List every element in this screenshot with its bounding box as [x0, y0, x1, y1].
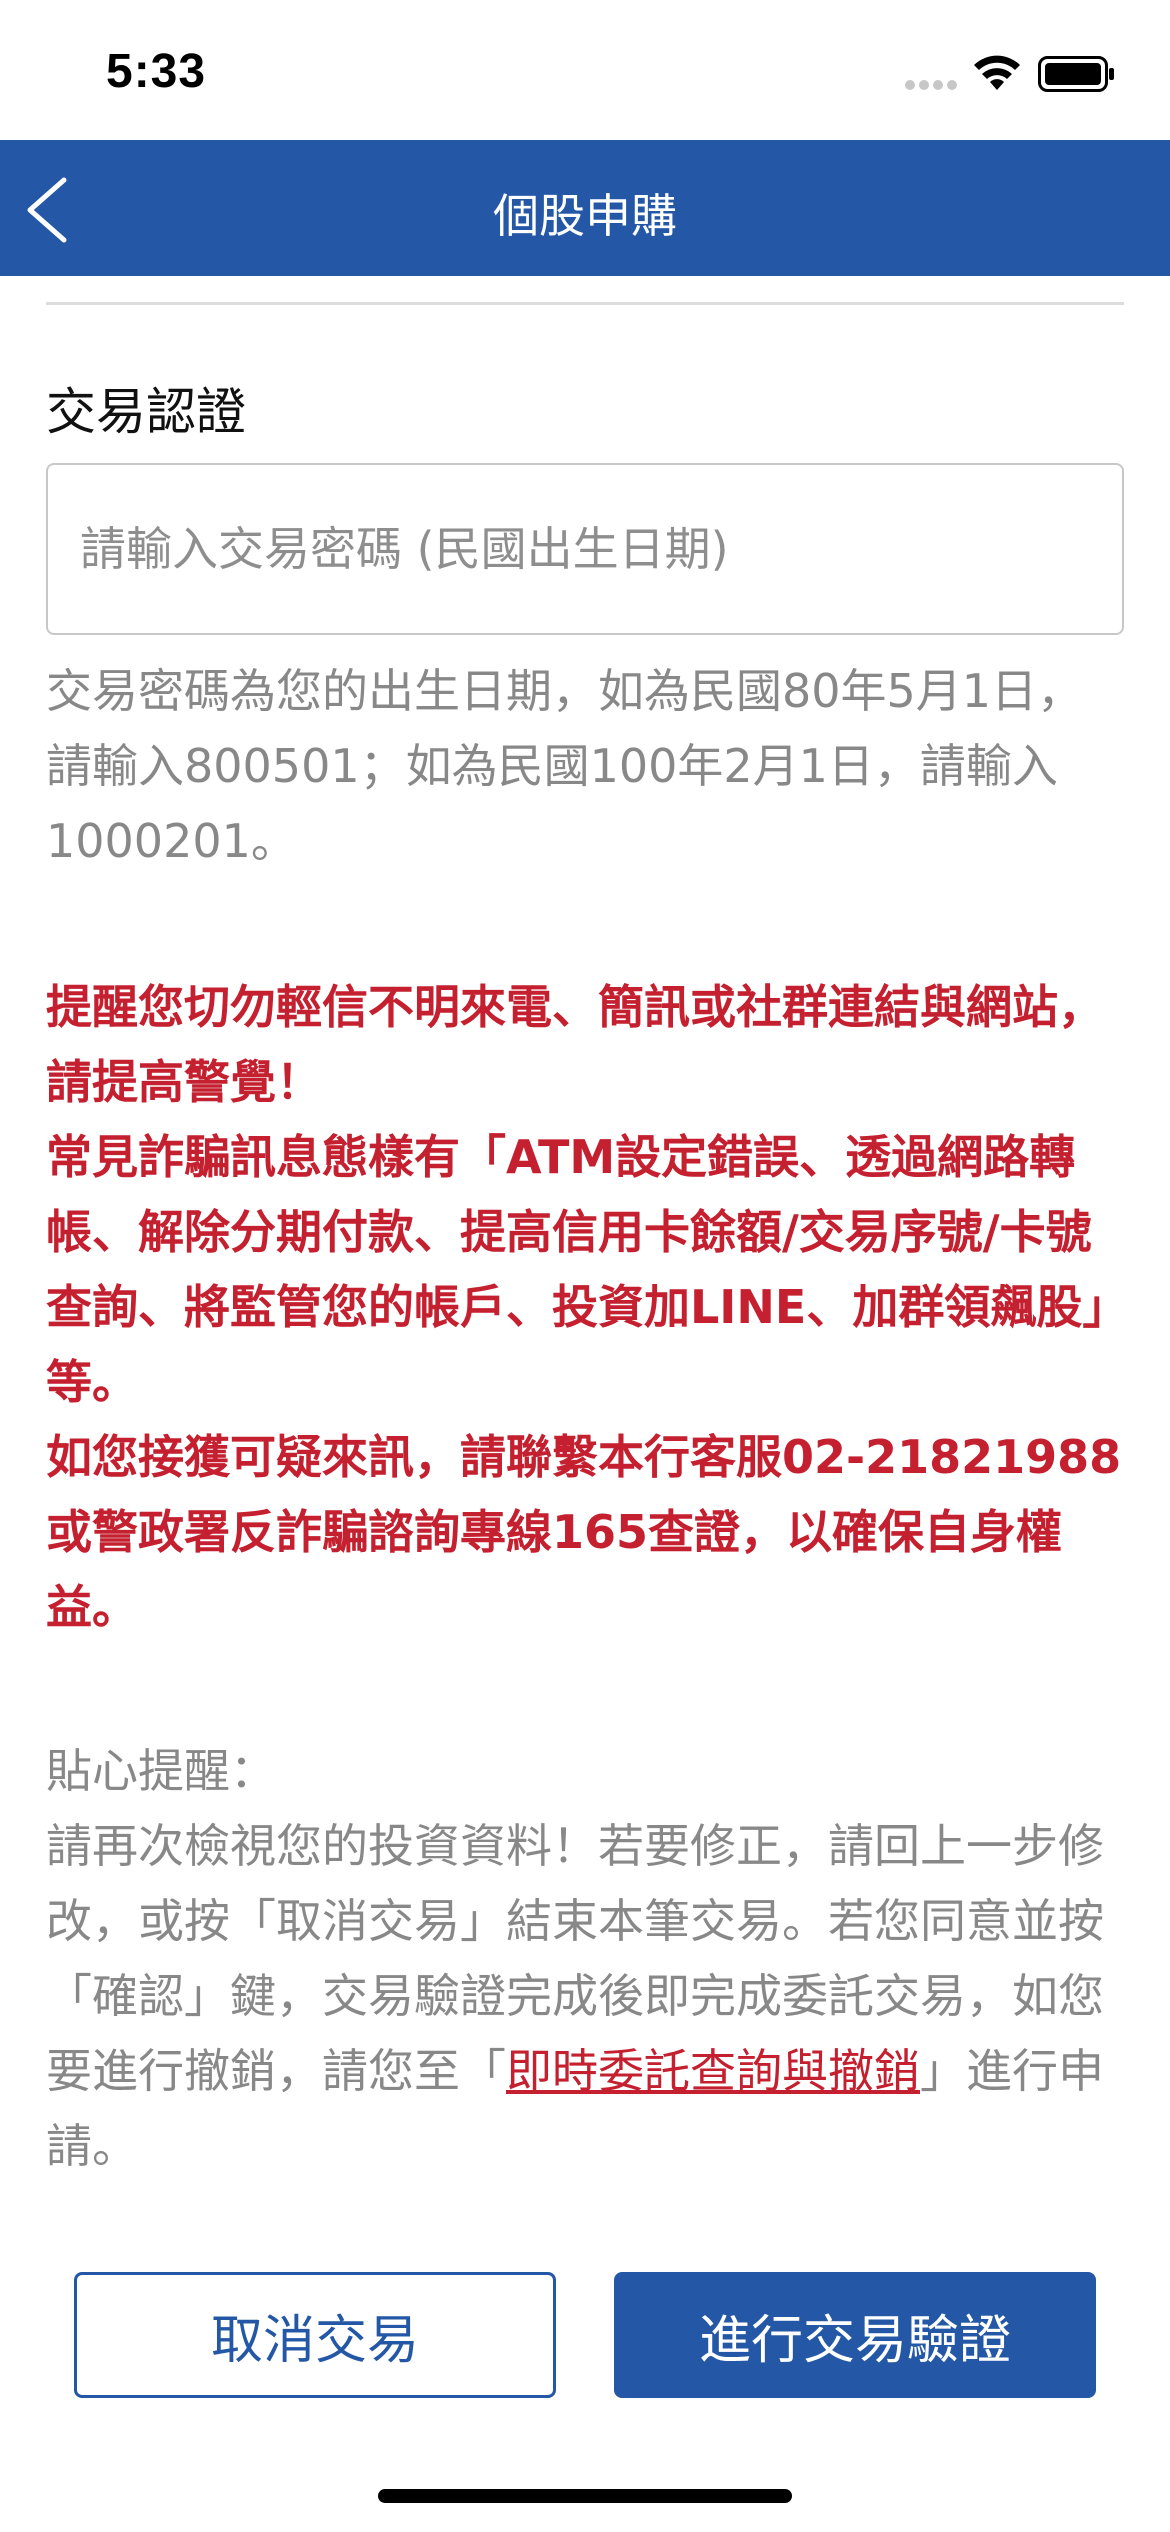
warning-line: 如您接獲可疑來訊，請聯繫本行客服02-21821988或警政署反詐騙諮詢專線16…	[46, 1430, 1122, 1634]
password-hint: 交易密碼為您的出生日期，如為民國80年5月1日，請輸入800501；如為民國10…	[46, 664, 1084, 868]
warning-line: 常見詐騙訊息態樣有「ATM設定錯誤、透過網路轉帳、解除分期付款、提高信用卡餘額/…	[46, 1130, 1129, 1409]
password-input[interactable]	[48, 465, 1122, 633]
reminder-title: 貼心提醒：	[46, 1744, 276, 1798]
reminder-block: 貼心提醒： 請再次檢視您的投資資料！若要修正，請回上一步修改，或按「取消交易」結…	[46, 1734, 1126, 2184]
order-query-link[interactable]: 即時委託查詢與撤銷	[506, 2044, 920, 2098]
verify-button[interactable]: 進行交易驗證	[614, 2272, 1096, 2398]
battery-icon	[1038, 56, 1114, 92]
password-field[interactable]	[46, 463, 1124, 635]
section-title: 交易認證	[46, 383, 246, 441]
reminder-body: 請再次檢視您的投資資料！若要修正，請回上一步修改，或按「取消交易」結束本筆交易。…	[46, 1809, 1126, 2184]
status-time: 5:33	[106, 45, 207, 98]
cancel-button[interactable]: 取消交易	[74, 2272, 556, 2398]
status-bar: 5:33	[0, 0, 1170, 140]
fraud-warning: 提醒您切勿輕信不明來電、簡訊或社群連結與網站，請提高警覺！ 常見詐騙訊息態樣有「…	[46, 970, 1136, 1645]
nav-bar: 個股申購	[0, 140, 1170, 276]
warning-line: 提醒您切勿輕信不明來電、簡訊或社群連結與網站，請提高警覺！	[46, 980, 1104, 1109]
home-indicator	[378, 2489, 792, 2503]
page: 5:33 個股申購 交易認證 交易密碼為您的出生日期，如為民國80年5月1日，請…	[0, 0, 1170, 2532]
wifi-icon	[974, 55, 1020, 90]
divider	[46, 302, 1124, 305]
cellular-signal-icon	[905, 80, 957, 90]
page-title: 個股申購	[493, 189, 677, 243]
